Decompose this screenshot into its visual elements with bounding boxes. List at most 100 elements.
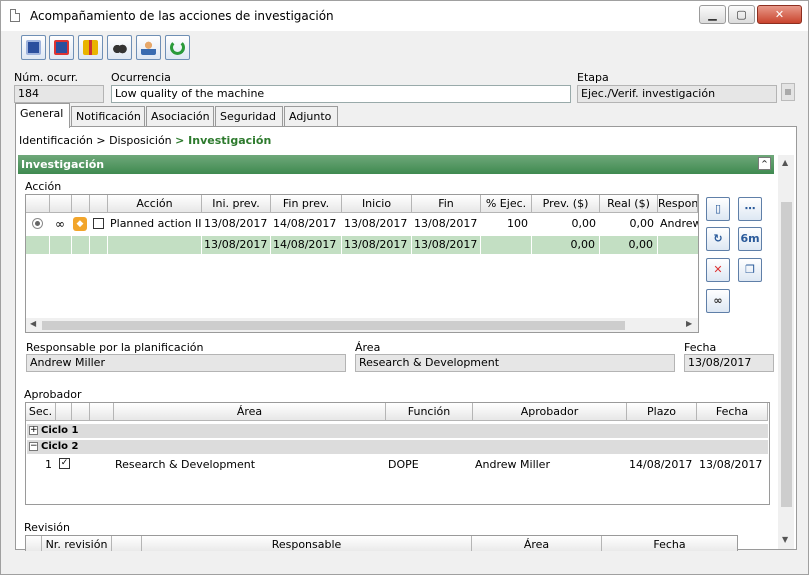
cycle-1-row[interactable]: + Ciclo 1 — [27, 424, 768, 438]
revision-label: Revisión — [24, 521, 70, 534]
table-row[interactable]: 1 ✓ Research & Development DOPE Andrew M… — [26, 455, 769, 475]
row-checkbox[interactable] — [93, 218, 104, 229]
area-label: Área — [355, 341, 381, 354]
accion-horizontal-scrollbar[interactable]: ◀ ▶ — [26, 318, 698, 332]
aprobador-header-plazo[interactable]: Plazo — [627, 403, 697, 421]
aprobador-label: Aprobador — [24, 388, 82, 401]
aprobador-header-aprobador[interactable]: Aprobador — [473, 403, 627, 421]
expand-icon[interactable]: + — [29, 426, 38, 435]
glasses-icon[interactable]: ∞ — [53, 217, 67, 231]
cycle-1-label: Ciclo 1 — [41, 425, 79, 436]
title-bar: Acompañamiento de las acciones de invest… — [1, 1, 808, 31]
accion-header-blank-1 — [26, 195, 50, 213]
fecha-label: Fecha — [684, 341, 717, 354]
cell-inicio: 13/08/2017 — [344, 217, 408, 230]
breadcrumb: Identificación > Disposición > Investiga… — [19, 134, 271, 147]
breadcrumb-investigacion: > Investigación — [175, 134, 272, 147]
delete-action-button[interactable]: ✕ — [706, 258, 730, 282]
horizontal-scroll-thumb[interactable] — [42, 321, 625, 330]
accion-header-real[interactable]: Real ($) — [600, 195, 658, 213]
occurrence-field[interactable]: Low quality of the machine — [111, 85, 571, 103]
accion-grid: Acción Ini. prev. Fin prev. Inicio Fin %… — [25, 194, 699, 333]
scroll-down-icon[interactable]: ▼ — [782, 535, 788, 544]
plan-6m-button[interactable]: 6m — [738, 227, 762, 251]
status-icon: ◆ — [73, 217, 87, 231]
accion-header-fin[interactable]: Fin — [412, 195, 481, 213]
window: Acompañamiento de las acciones de invest… — [0, 0, 809, 575]
refresh-button[interactable] — [165, 35, 190, 60]
scroll-right-icon[interactable]: ▶ — [686, 319, 692, 328]
occurrence-label: Ocurrencia — [111, 71, 171, 84]
new-action-button[interactable]: ▯ — [706, 197, 730, 221]
tab-notificacion[interactable]: Notificación — [71, 106, 145, 127]
vertical-scroll-thumb[interactable] — [781, 202, 792, 507]
fecha-field: 13/08/2017 — [684, 354, 774, 372]
minimize-button[interactable]: ▁ — [699, 5, 726, 24]
close-button[interactable]: ✕ — [757, 5, 802, 24]
user-button[interactable] — [136, 35, 161, 60]
tab-seguridad[interactable]: Seguridad — [215, 106, 283, 127]
revision-header-responsable[interactable]: Responsable — [142, 536, 472, 551]
save-close-button[interactable] — [49, 35, 74, 60]
aprobador-header-area[interactable]: Área — [114, 403, 386, 421]
edit-action-button[interactable]: ↻ — [706, 227, 730, 251]
accion-header-inicio[interactable]: Inicio — [342, 195, 412, 213]
tab-adjunto[interactable]: Adjunto — [284, 106, 338, 127]
aprobador-header-fecha[interactable]: Fecha — [697, 403, 768, 421]
num-occurrence-label: Núm. ocurr. — [14, 71, 78, 84]
aprobador-header-funcion[interactable]: Función — [386, 403, 473, 421]
revision-header-fecha[interactable]: Fecha — [602, 536, 737, 551]
six-m-icon: 6m — [740, 232, 760, 245]
accion-header-blank-2 — [50, 195, 72, 213]
structure-button[interactable]: ⋯ — [738, 197, 762, 221]
breadcrumb-disposicion[interactable]: Disposición — [109, 134, 172, 147]
view-action-button[interactable]: ∞ — [706, 289, 730, 313]
row-checkbox-checked[interactable]: ✓ — [59, 458, 70, 469]
collapse-icon[interactable]: ^ — [758, 157, 771, 170]
revision-header-area[interactable]: Área — [472, 536, 602, 551]
breadcrumb-identificacion[interactable]: Identificación — [19, 134, 93, 147]
general-panel: Identificación > Disposición > Investiga… — [15, 126, 797, 551]
document-icon — [10, 9, 20, 22]
delete-icon: ✕ — [713, 263, 723, 276]
row-radio[interactable] — [32, 218, 43, 229]
accion-header-accion[interactable]: Acción — [108, 195, 202, 213]
section-title: Investigación — [21, 158, 105, 171]
maximize-button[interactable]: ▢ — [728, 5, 755, 24]
revision-grid: Nr. revisión Responsable Área Fecha — [25, 535, 738, 551]
total-fin: 13/08/2017 — [412, 236, 481, 254]
scroll-up-icon[interactable]: ▲ — [782, 158, 788, 167]
copy-action-button[interactable]: ❐ — [738, 258, 762, 282]
collapse-tree-icon[interactable]: − — [29, 442, 38, 451]
accion-header-fin-prev[interactable]: Fin prev. — [271, 195, 342, 213]
total-inicio: 13/08/2017 — [342, 236, 412, 254]
cycle-2-label: Ciclo 2 — [41, 441, 79, 452]
save-button[interactable] — [21, 35, 46, 60]
revision-header-blank-2 — [112, 536, 142, 551]
tab-general[interactable]: General — [15, 103, 70, 128]
accion-header-respon[interactable]: Respon — [658, 195, 698, 213]
table-row[interactable]: ∞ ◆ Planned action II 13/08/2017 14/08/2… — [26, 214, 698, 234]
aprobador-grid: Sec. Área Función Aprobador Plazo Fecha … — [25, 402, 770, 505]
accion-header-ini-prev[interactable]: Ini. prev. — [202, 195, 271, 213]
cell-sec: 1 — [45, 458, 52, 471]
total-ini-prev: 13/08/2017 — [202, 236, 271, 254]
cycle-2-row[interactable]: − Ciclo 2 — [27, 440, 768, 454]
cell-accion: Planned action II — [110, 217, 202, 230]
cell-real: 0,00 — [629, 217, 655, 230]
vertical-scrollbar[interactable]: ▲ ▼ — [778, 155, 794, 549]
revision-header-nr[interactable]: Nr. revisión — [42, 536, 112, 551]
package-button[interactable] — [78, 35, 103, 60]
edit-icon: ↻ — [713, 232, 723, 245]
search-occurrence-button[interactable] — [107, 35, 132, 60]
scroll-left-icon[interactable]: ◀ — [30, 319, 36, 328]
aprobador-header-blank-3 — [90, 403, 114, 421]
cell-respon: Andrew — [660, 217, 698, 230]
accion-header-prev[interactable]: Prev. ($) — [532, 195, 600, 213]
responsible-planning-label: Responsable por la planificación — [26, 341, 204, 354]
tab-asociacion[interactable]: Asociación — [146, 106, 214, 127]
accion-header-ejec[interactable]: % Ejec. — [481, 195, 532, 213]
breadcrumb-separator: > — [96, 134, 106, 147]
binoculars-icon: ∞ — [713, 294, 723, 307]
aprobador-header-sec[interactable]: Sec. — [26, 403, 56, 421]
